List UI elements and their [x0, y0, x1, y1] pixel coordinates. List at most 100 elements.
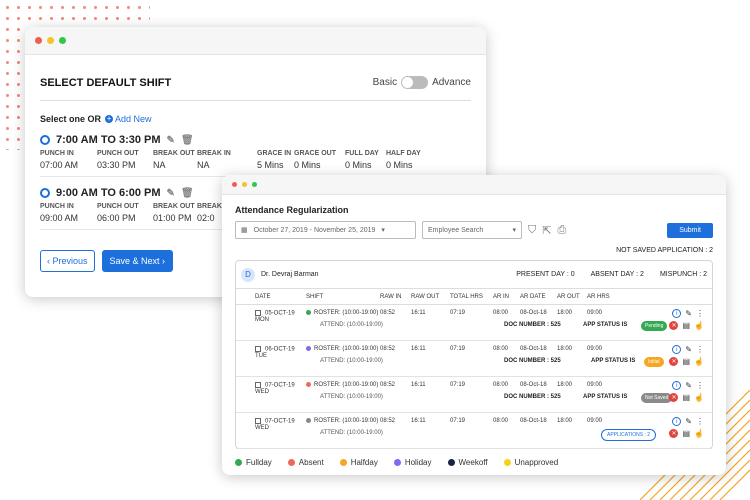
reject-icon[interactable]: ✕: [669, 357, 679, 366]
grid-label: BREAK IN: [197, 150, 231, 157]
grid-label: BREAK OUT: [153, 150, 195, 157]
raw-out: 16:11: [411, 382, 426, 388]
comment-icon[interactable]: ▤: [682, 393, 690, 402]
doc-number: DOC NUMBER : 525: [504, 322, 561, 328]
hand-pointer-icon[interactable]: ☝: [694, 393, 704, 402]
roster-text: ROSTER: (10:00-19:00): [314, 346, 379, 353]
column-header: DATE: [255, 293, 271, 300]
ar-hrs: 09:00: [587, 382, 603, 388]
info-icon[interactable]: i: [672, 345, 682, 354]
roster-text: ROSTER: (10:00-19:00): [314, 310, 379, 317]
hand-pointer-icon[interactable]: ☝: [694, 429, 704, 438]
shift-status-dot: [306, 382, 311, 387]
plus-icon: +: [105, 114, 114, 123]
more-icon[interactable]: ⋮: [696, 345, 704, 354]
edit-icon[interactable]: ✎: [167, 135, 175, 146]
table-row[interactable]: 06-OCT-19 TUE ROSTER: (10:00-19:00) 08:5…: [236, 341, 712, 377]
export-icon[interactable]: ⇱: [542, 224, 551, 237]
shift-option[interactable]: 7:00 AM TO 3:30 PM ✎ 🗑 PUNCH IN PUNCH OU…: [40, 134, 471, 177]
row-checkbox[interactable]: [255, 382, 261, 388]
present-count: PRESENT DAY : 0: [516, 271, 575, 278]
edit-icon[interactable]: ✎: [167, 188, 175, 199]
minimize-dot[interactable]: [47, 37, 54, 44]
info-icon[interactable]: i: [672, 417, 682, 426]
reject-icon[interactable]: ✕: [669, 393, 679, 402]
shift-radio[interactable]: [40, 135, 50, 145]
mode-toggle[interactable]: Basic Advance: [373, 76, 471, 89]
maximize-dot[interactable]: [59, 37, 66, 44]
edit-icon[interactable]: ✎: [685, 309, 692, 318]
close-dot[interactable]: [232, 182, 237, 187]
more-icon[interactable]: ⋮: [696, 381, 704, 390]
roster-text: ROSTER: (10:00-19:00): [314, 418, 379, 425]
maximize-dot[interactable]: [252, 182, 257, 187]
table-row[interactable]: 07-OCT-19 WED ROSTER: (10:00-19:00) 08:5…: [236, 413, 712, 449]
column-header: AR IN: [493, 293, 510, 300]
grid-value: 07:00 AM: [40, 160, 79, 170]
edit-icon[interactable]: ✎: [685, 345, 692, 354]
mispunch-count: MISPUNCH : 2: [659, 271, 707, 278]
legend-label: Holiday: [404, 458, 432, 467]
comment-icon[interactable]: ▤: [682, 321, 690, 330]
info-icon[interactable]: i: [672, 309, 682, 318]
date-range-picker[interactable]: ▦ October 27, 2019 - November 25, 2019 ▾: [235, 221, 416, 239]
attend-text: ATTEND: (10:00-19:00): [320, 358, 383, 364]
print-icon[interactable]: ⎙: [557, 224, 566, 237]
table-header: DATE SHIFT RAW IN RAW OUT TOTAL HRS AR I…: [236, 289, 712, 305]
column-header: TOTAL HRS: [450, 293, 483, 300]
comment-icon[interactable]: ▤: [682, 357, 690, 366]
row-checkbox[interactable]: [255, 418, 261, 424]
ar-out: 18:00: [557, 346, 573, 352]
calendar-icon: ▦: [241, 227, 248, 234]
total-hrs: 07:19: [450, 346, 466, 352]
more-icon[interactable]: ⋮: [696, 309, 704, 318]
edit-icon[interactable]: ✎: [685, 417, 692, 426]
close-dot[interactable]: [35, 37, 42, 44]
toggle-switch[interactable]: [401, 76, 429, 89]
shift-radio[interactable]: [40, 188, 50, 198]
edit-icon[interactable]: ✎: [685, 381, 692, 390]
legend: Fullday Absent Halfday Holiday Weekoff Unappr…: [235, 458, 713, 467]
grid-label: PUNCH IN: [40, 203, 74, 210]
column-header: AR OUT: [557, 293, 580, 300]
grid-value: 09:00 AM: [40, 213, 79, 223]
column-header: AR HRS: [587, 293, 610, 300]
not-saved-count: NOT SAVED APPLICATION : 2: [616, 247, 713, 254]
column-header: AR DATE: [520, 293, 546, 300]
window-titlebar: [222, 175, 726, 195]
total-hrs: 07:19: [450, 382, 466, 388]
reject-icon[interactable]: ✕: [669, 429, 679, 438]
shift-name: 9:00 AM TO 6:00 PM: [56, 187, 161, 199]
submit-button[interactable]: Submit: [667, 222, 713, 238]
row-checkbox[interactable]: [255, 346, 261, 352]
legend-item: Unapproved: [503, 458, 558, 467]
legend-item: Absent: [287, 458, 324, 467]
previous-button[interactable]: ‹ Previous: [40, 250, 95, 272]
row-checkbox[interactable]: [255, 310, 261, 316]
employee-search-placeholder: Employee Search: [428, 226, 484, 234]
legend-label: Weekoff: [458, 458, 488, 467]
minimize-dot[interactable]: [242, 182, 247, 187]
grid-value: 06:00 PM: [97, 213, 136, 223]
raw-out: 16:11: [411, 310, 426, 316]
table-row[interactable]: 07-OCT-19 WED ROSTER: (10:00-19:00) 08:5…: [236, 377, 712, 413]
add-new-link[interactable]: + Add New: [105, 114, 152, 124]
applications-badge[interactable]: APPLICATIONS : 2: [601, 429, 656, 441]
grid-value: 03:30 PM: [97, 160, 136, 170]
table-row[interactable]: 05-OCT-19 MON ROSTER: (10:00-19:00) 08:5…: [236, 305, 712, 341]
filter-icon[interactable]: ⛉: [528, 224, 536, 237]
employee-search-select[interactable]: Employee Search ▾: [422, 221, 522, 239]
window-titlebar: [25, 27, 486, 55]
reject-icon[interactable]: ✕: [669, 321, 679, 330]
trash-icon[interactable]: 🗑: [181, 135, 194, 146]
ar-date: 08-Oct-18: [520, 346, 547, 352]
hand-pointer-icon[interactable]: ☝: [694, 321, 704, 330]
trash-icon[interactable]: 🗑: [181, 188, 194, 199]
comment-icon[interactable]: ▤: [682, 429, 690, 438]
ar-out: 18:00: [557, 418, 573, 424]
info-icon[interactable]: i: [672, 381, 682, 390]
save-next-button[interactable]: Save & Next ›: [101, 250, 174, 272]
grid-value: NA: [153, 160, 166, 170]
hand-pointer-icon[interactable]: ☝: [694, 357, 704, 366]
more-icon[interactable]: ⋮: [696, 417, 704, 426]
